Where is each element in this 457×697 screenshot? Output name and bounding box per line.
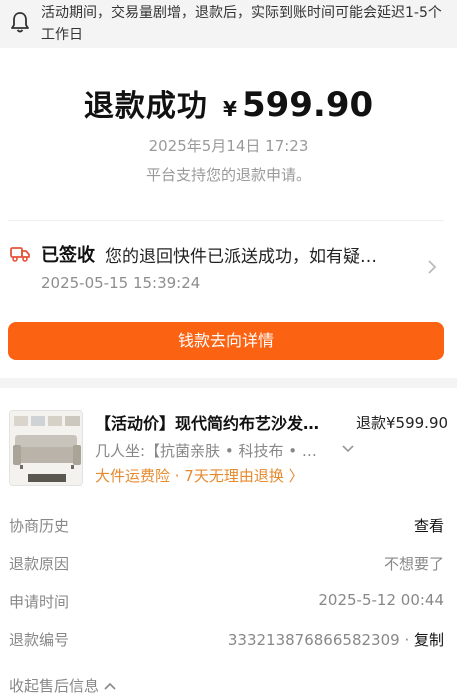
divider [8,220,444,221]
currency-symbol: ¥ [222,97,237,121]
refund-title-row: 退款成功 ¥ 599.90 [0,81,457,125]
product-refund-price: 退款¥599.90 [356,414,449,432]
refund-support-text: 平台支持您的退款申请。 [145,166,311,184]
logistics-description: 您的退回快件已派送成功，如有疑… [105,247,377,267]
refund-id: 333213876866582309 [227,631,400,649]
chevron-down-icon[interactable] [342,444,354,454]
product-thumbnail[interactable] [9,410,83,486]
collapse-aftersale-toggle[interactable]: 收起售后信息 [9,675,116,696]
product-services[interactable]: 大件运费险 · 7天无理由退换 〉 [95,465,304,486]
refund-date: 2025年5月14日 17:23 [148,137,309,155]
refund-summary-card: 退款成功 ¥ 599.90 2025年5月14日 17:23 平台支持您的退款申… [0,48,457,378]
detail-row-reason: 退款原因 不想要了 [0,548,457,578]
chevron-up-icon [104,682,116,690]
collapse-label: 收起售后信息 [9,677,100,695]
product-spec: 几人坐:【抗菌亲肤 • 科技布 • … [95,442,317,460]
chevron-right-icon [428,260,437,274]
refund-amount: 599.90 [241,85,374,125]
copy-button[interactable]: 复制 [414,631,444,649]
detail-value: 不想要了 [383,555,444,573]
detail-key: 申请时间 [9,593,70,611]
section-separator [0,378,457,388]
detail-key: 协商历史 [9,517,70,535]
money-flow-button[interactable]: 钱款去向详情 [8,322,444,360]
logistics-time: 2025-05-15 15:39:24 [41,274,201,292]
truck-icon [10,247,30,262]
notice-text: 活动期间，交易量剧增，退款后，实际到账时间可能会延迟1-5个工作日 [41,5,442,43]
detail-row-refund-id: 退款编号 333213876866582309 · 复制 [0,624,457,654]
detail-row-apply-time: 申请时间 2025-5-12 00:44 [0,586,457,616]
detail-row-history: 协商历史 查看 [0,510,457,540]
logistics-status: 已签收 [41,245,95,266]
notice-bar: 活动期间，交易量剧增，退款后，实际到账时间可能会延迟1-5个工作日 [0,0,457,48]
sofa-image [10,411,82,485]
detail-key: 退款原因 [9,555,70,573]
refund-status-title: 退款成功 [83,89,208,124]
detail-key: 退款编号 [9,631,70,649]
logistics-status-row[interactable]: 已签收 您的退回快件已派送成功，如有疑… 2025-05-15 15:39:24 [0,238,457,298]
detail-value: 333213876866582309 · 复制 [227,631,444,649]
view-history-link[interactable]: 查看 [414,515,444,536]
product-row[interactable]: 【活动价】现代简约布艺沙发… 退款¥599.90 几人坐:【抗菌亲肤 • 科技布… [0,398,457,498]
detail-value: 2025-5-12 00:44 [318,591,444,609]
bell-icon [11,12,29,33]
product-title: 【活动价】现代简约布艺沙发… [95,414,320,433]
